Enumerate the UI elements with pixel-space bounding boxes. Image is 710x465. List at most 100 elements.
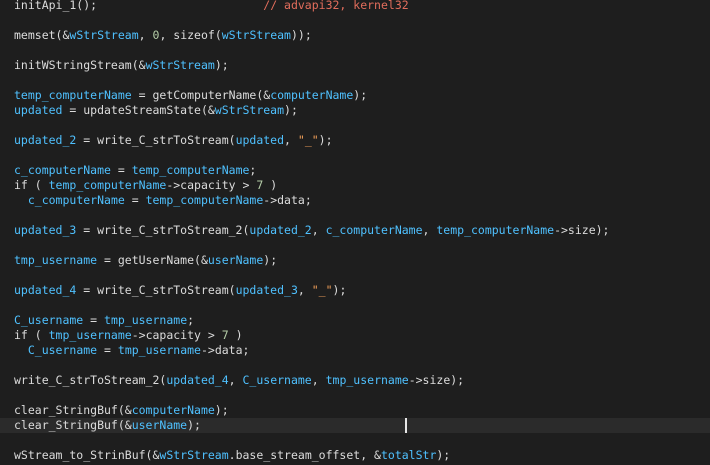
code-line[interactable]: initWStringStream(&wStrStream); (14, 58, 229, 73)
code-token: , (228, 373, 243, 387)
code-token: C_username (14, 313, 84, 327)
code-token: ); (263, 253, 278, 267)
code-token: clear_StringBuf(& (14, 403, 132, 417)
code-line[interactable]: temp_computerName = getComputerName(&com… (14, 88, 367, 103)
code-token: = getComputerName(& (131, 88, 271, 102)
code-line[interactable]: c_computerName = temp_computerName->data… (14, 193, 312, 208)
code-line[interactable]: updated_3 = write_C_strToStream_2(update… (14, 223, 609, 238)
code-token: ->size); (408, 373, 465, 387)
code-token: C_username (27, 343, 98, 357)
code-token: initApi_1(); (14, 0, 98, 12)
code-token: updated_3 (235, 283, 298, 297)
code-line[interactable]: if ( temp_computerName->capacity > 7 ) (14, 178, 277, 193)
code-token: ); (318, 133, 333, 147)
code-token: , sizeof( (159, 28, 222, 42)
code-token: , (138, 28, 153, 42)
code-token: tmp_username (14, 253, 98, 267)
code-line[interactable]: C_username = tmp_username; (14, 313, 194, 328)
code-token: ->capacity > (166, 178, 257, 192)
code-token: updated (235, 133, 285, 147)
code-line[interactable]: memset(&wStrStream, 0, sizeof(wStrStream… (14, 28, 312, 43)
code-token: tmp_username (104, 313, 188, 327)
code-token: "_" (311, 283, 333, 297)
code-token: totalStr (380, 448, 437, 462)
code-token: 7 (221, 328, 229, 342)
code-token: computerName (131, 403, 215, 417)
code-line[interactable]: write_C_strToStream_2(updated_4, C_usern… (14, 373, 464, 388)
code-line[interactable]: clear_StringBuf(&userName); (14, 418, 201, 433)
code-token: , (284, 133, 298, 147)
code-token: ; (187, 313, 195, 327)
code-token: userName (207, 253, 264, 267)
code-token: c_computerName (14, 163, 111, 177)
code-token: = write_C_strToStream( (76, 133, 236, 147)
code-token: tmp_username (48, 328, 132, 342)
code-token: = (83, 313, 105, 327)
text-cursor (405, 418, 407, 433)
code-token: ); (353, 88, 368, 102)
code-token: = write_C_strToStream( (76, 283, 236, 297)
code-token: = write_C_strToStream_2( (76, 223, 250, 237)
code-token: C_username (242, 373, 312, 387)
code-token: , (311, 373, 326, 387)
code-token: temp_computerName (131, 163, 250, 177)
code-token: ->data; (263, 193, 312, 207)
code-token: userName (131, 418, 188, 432)
code-line[interactable]: updated_4 = write_C_strToStream(updated_… (14, 283, 346, 298)
code-token: ) (263, 178, 278, 192)
code-token: initWStringStream(& (14, 58, 146, 72)
code-token: updated_3 (14, 223, 77, 237)
code-token: wStream_to_StrinBuf(& (14, 448, 160, 462)
code-token: tmp_username (325, 373, 409, 387)
code-token: updated_4 (166, 373, 229, 387)
code-token: c_computerName (325, 223, 423, 237)
code-line[interactable]: clear_StringBuf(&computerName); (14, 403, 229, 418)
code-token: , (311, 223, 326, 237)
code-token: ) (228, 328, 243, 342)
code-token: memset(& (14, 28, 70, 42)
code-token: clear_StringBuf(& (14, 418, 132, 432)
code-token: ); (436, 448, 451, 462)
code-line[interactable]: if ( tmp_username->capacity > 7 ) (14, 328, 243, 343)
code-editor[interactable]: initApi_1(); // advapi32, kernel32 memset… (0, 0, 710, 465)
code-token: wStrStream (159, 448, 229, 462)
code-token: ); (214, 58, 229, 72)
code-token: temp_computerName (145, 193, 264, 207)
code-line[interactable]: tmp_username = getUserName(&userName); (14, 253, 277, 268)
code-token: = (124, 193, 146, 207)
code-token: // advapi32, kernel32 (263, 0, 409, 12)
code-token: temp_computerName (14, 88, 132, 102)
code-token: if ( (14, 328, 49, 342)
code-token: temp_computerName (48, 178, 167, 192)
code-token: = updateStreamState(& (62, 103, 215, 117)
code-token: updated_2 (249, 223, 312, 237)
code-token: ->size); (554, 223, 610, 237)
code-token: write_C_strToStream_2( (14, 373, 167, 387)
code-token: = (97, 343, 118, 357)
code-token: if ( (14, 178, 49, 192)
code-token: , (297, 283, 312, 297)
code-token: .base_stream_offset, & (228, 448, 381, 462)
code-line[interactable]: C_username = tmp_username->data; (14, 343, 250, 358)
code-line[interactable]: c_computerName = temp_computerName; (14, 163, 256, 178)
code-token: updated_2 (14, 133, 77, 147)
code-token: c_computerName (27, 193, 125, 207)
code-token: "_" (297, 133, 319, 147)
code-token: ->data; (200, 343, 250, 357)
code-token: = getUserName(& (97, 253, 208, 267)
code-token: wStrStream (69, 28, 139, 42)
code-token: ->capacity > (131, 328, 222, 342)
code-line[interactable]: wStream_to_StrinBuf(&wStrStream.base_str… (14, 448, 450, 463)
code-token: ); (332, 283, 347, 297)
code-line[interactable]: updated = updateStreamState(&wStrStream)… (14, 103, 298, 118)
code-token: wStrStream (221, 28, 291, 42)
code-line[interactable]: initApi_1(); // advapi32, kernel32 (14, 0, 409, 13)
code-line[interactable]: updated_2 = write_C_strToStream(updated,… (14, 133, 333, 148)
code-token: wStrStream (145, 58, 215, 72)
code-token: temp_computerName (436, 223, 555, 237)
code-token: )); (291, 28, 312, 42)
code-token: computerName (270, 88, 354, 102)
code-token: ; (249, 163, 257, 177)
